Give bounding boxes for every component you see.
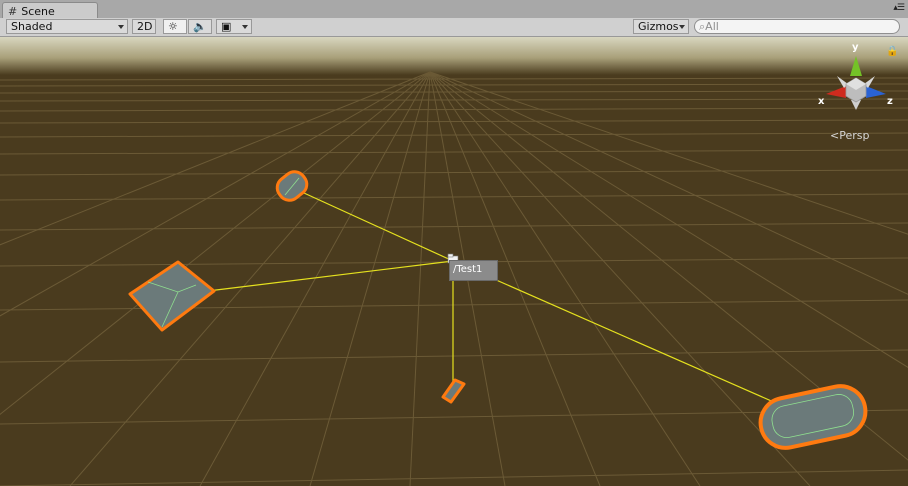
search-placeholder: All bbox=[705, 20, 719, 33]
scene-toolbar: Shaded 2D ☼ 🔈 ▣ Gizmos ⌕ All bbox=[0, 18, 908, 37]
axis-x-label: x bbox=[818, 96, 825, 107]
axis-y-label: y bbox=[852, 42, 859, 53]
tab-bar: # Scene ▴☰ bbox=[0, 0, 908, 19]
gizmos-dropdown[interactable]: Gizmos bbox=[633, 19, 689, 34]
image-icon: ▣ bbox=[221, 20, 232, 33]
mode-2d-label: 2D bbox=[137, 20, 153, 33]
projection-toggle[interactable]: <Persp bbox=[830, 129, 869, 142]
speaker-icon: 🔈 bbox=[193, 20, 207, 33]
grid-icon: # bbox=[8, 4, 18, 18]
chevron-left-icon: < bbox=[830, 129, 840, 142]
axis-z-label: z bbox=[887, 96, 893, 107]
projection-label: Persp bbox=[839, 129, 870, 142]
search-input[interactable]: ⌕ All bbox=[694, 19, 900, 34]
scene-viewport[interactable]: /Test1 <Persp 🔒 y x z bbox=[0, 37, 908, 486]
tab-menu-icon[interactable]: ▴☰ bbox=[893, 3, 905, 13]
lighting-toggle[interactable]: ☼ bbox=[163, 19, 187, 34]
tab-scene-label: Scene bbox=[21, 4, 55, 18]
tab-scene[interactable]: # Scene bbox=[2, 2, 98, 19]
sun-icon: ☼ bbox=[168, 20, 178, 33]
lock-icon[interactable]: 🔒 bbox=[886, 46, 898, 57]
draw-mode-dropdown[interactable]: Shaded bbox=[6, 19, 128, 34]
mode-2d-button[interactable]: 2D bbox=[132, 19, 156, 34]
sky-horizon bbox=[0, 37, 908, 77]
audio-toggle[interactable]: 🔈 bbox=[188, 19, 212, 34]
gizmos-label: Gizmos bbox=[638, 20, 679, 33]
object-name-text: /Test1 bbox=[453, 264, 483, 275]
draw-mode-label: Shaded bbox=[11, 20, 53, 33]
object-name-label: /Test1 bbox=[449, 260, 498, 281]
effects-dropdown[interactable]: ▣ bbox=[216, 19, 252, 34]
